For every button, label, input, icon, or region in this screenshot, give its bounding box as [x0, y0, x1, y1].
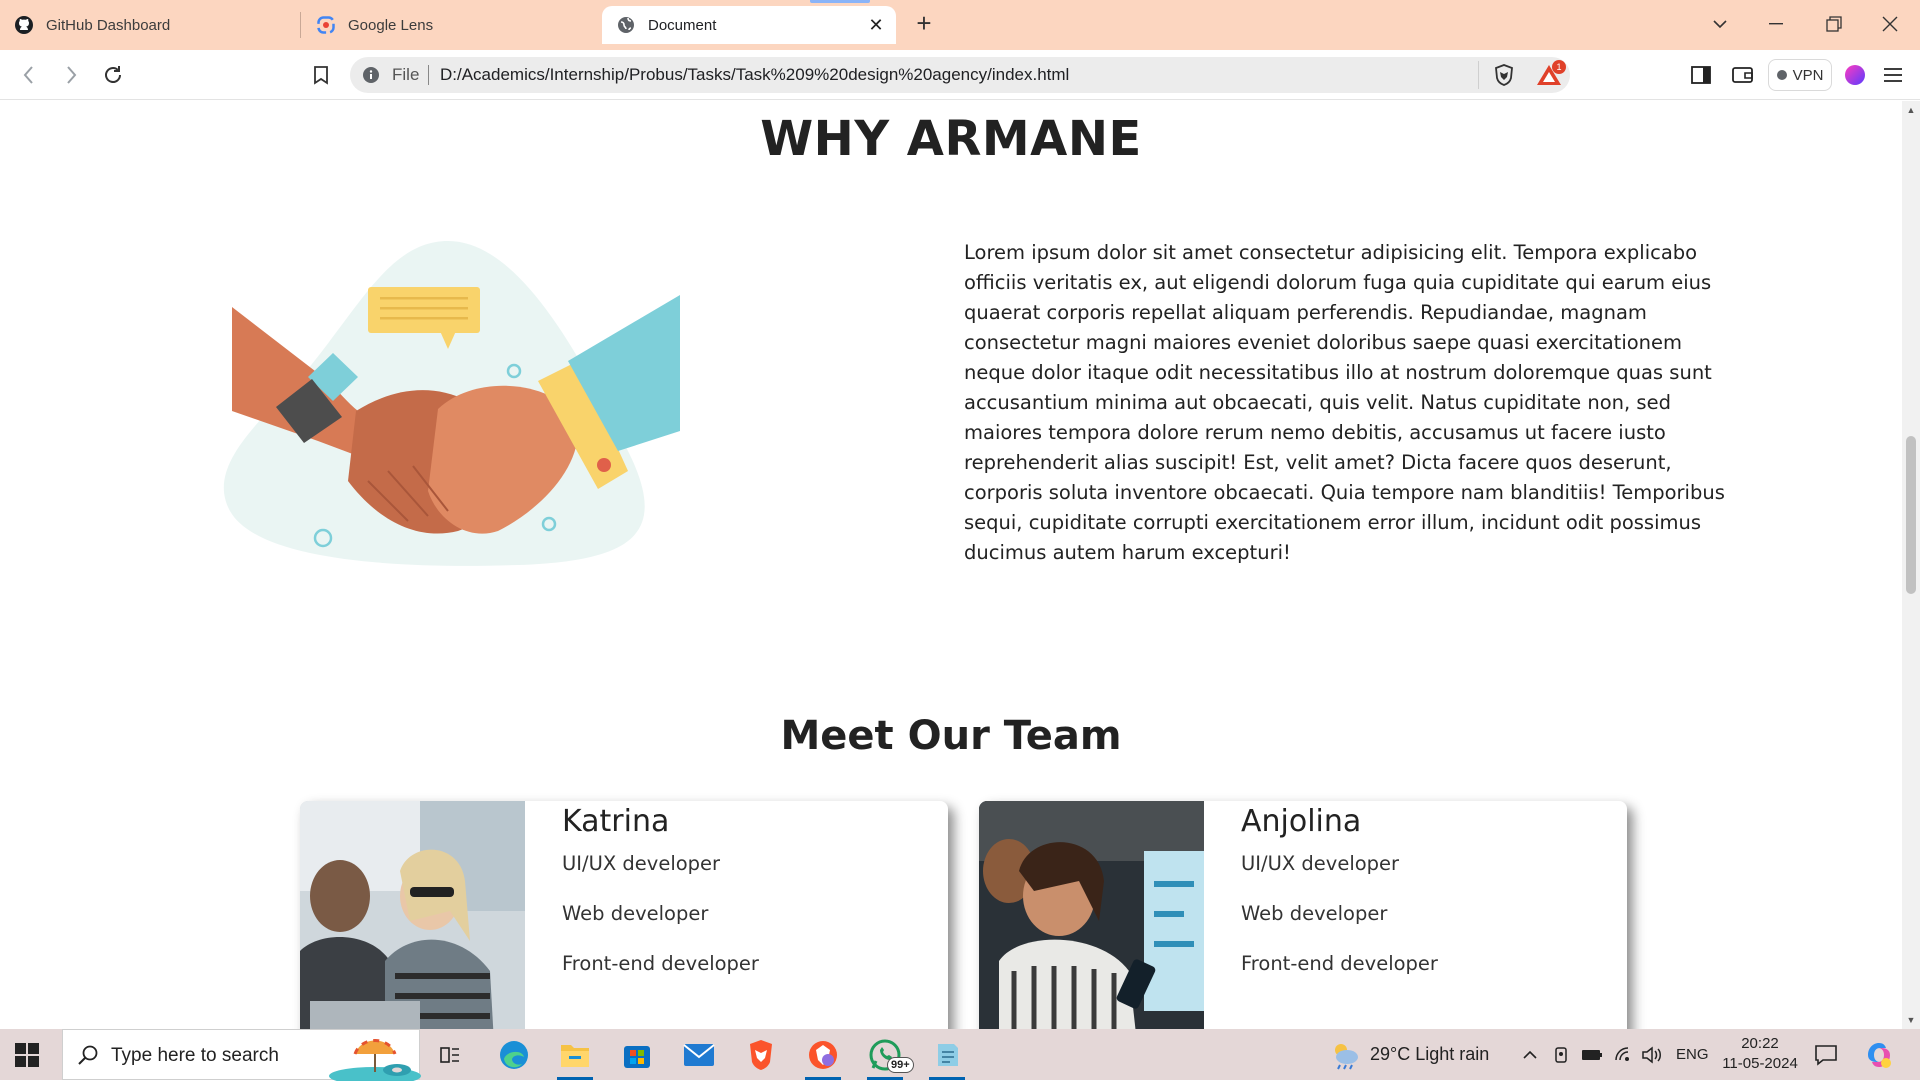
notification-count-badge: 99+	[887, 1057, 914, 1073]
address-bar[interactable]: File D:/Academics/Internship/Probus/Task…	[350, 57, 1570, 93]
tab-title: GitHub Dashboard	[46, 16, 171, 34]
url-text[interactable]: D:/Academics/Internship/Probus/Tasks/Tas…	[440, 65, 1069, 85]
team-member-role: Front-end developer	[562, 952, 759, 975]
show-hidden-icons-chevron-icon[interactable]	[1520, 1044, 1540, 1066]
page-scrollbar[interactable]: ▲ ▼	[1902, 101, 1920, 1029]
leo-ai-icon[interactable]	[1842, 62, 1868, 88]
wallet-icon[interactable]	[1730, 62, 1756, 88]
new-tab-button[interactable]: +	[912, 10, 936, 36]
team-member-name: Katrina	[562, 804, 670, 839]
google-lens-icon	[316, 15, 336, 35]
team-member-role: UI/UX developer	[1241, 852, 1400, 875]
brave-browser-icon[interactable]	[741, 1035, 781, 1075]
notification-center-icon[interactable]	[1814, 1043, 1838, 1067]
why-description: Lorem ipsum dolor sit amet consectetur a…	[964, 241, 1725, 564]
search-icon	[77, 1044, 99, 1066]
omnibox-divider	[1478, 61, 1479, 89]
input-language[interactable]: ENG	[1676, 1046, 1709, 1063]
weather-rain-icon[interactable]	[1330, 1040, 1360, 1070]
sidebar-toggle-icon[interactable]	[1688, 62, 1714, 88]
team-member-role: Front-end developer	[1241, 952, 1438, 975]
tab-divider	[300, 12, 301, 38]
close-tab-icon[interactable]: ✕	[866, 15, 886, 35]
handshake-illustration	[223, 241, 680, 566]
reload-button[interactable]	[100, 62, 126, 88]
page-viewport: WHY ARMANE Lorem ipsum dolor sit amet co…	[0, 101, 1902, 1029]
taskbar-search-box[interactable]: Type here to search	[62, 1029, 421, 1081]
tab-loading-indicator	[810, 0, 870, 3]
forward-button[interactable]	[58, 62, 84, 88]
vpn-status-icon	[1776, 70, 1787, 80]
tab-document[interactable]: Document ✕	[602, 6, 896, 44]
volume-icon[interactable]	[1640, 1044, 1664, 1066]
scroll-down-arrow-icon[interactable]: ▼	[1906, 1015, 1916, 1025]
copilot-icon[interactable]	[1864, 1041, 1894, 1069]
info-icon[interactable]	[362, 66, 380, 84]
scroll-up-arrow-icon[interactable]: ▲	[1906, 105, 1916, 115]
weather-text[interactable]: 29°C Light rain	[1370, 1044, 1489, 1065]
team-card-anjolina: Anjolina UI/UX developer Web developer F…	[979, 801, 1627, 1029]
notepad-icon[interactable]	[927, 1035, 967, 1080]
close-window-button[interactable]	[1876, 10, 1904, 38]
brave-active-window-icon[interactable]	[803, 1035, 843, 1080]
clock-time: 20:22	[1741, 1035, 1779, 1052]
search-placeholder: Type here to search	[111, 1045, 279, 1066]
tab-search-chevron-icon[interactable]	[1706, 10, 1734, 38]
vpn-button[interactable]: VPN	[1768, 59, 1832, 91]
github-icon	[14, 15, 34, 35]
bookmark-icon[interactable]	[308, 62, 334, 88]
windows-start-icon[interactable]	[14, 1042, 40, 1068]
team-section-title: Meet Our Team	[780, 713, 1122, 759]
file-explorer-icon[interactable]	[555, 1035, 595, 1080]
tab-github-dashboard[interactable]: GitHub Dashboard	[0, 6, 300, 44]
tab-google-lens[interactable]: Google Lens	[302, 6, 598, 44]
minimize-window-button[interactable]	[1762, 10, 1790, 38]
whatsapp-icon[interactable]: 99+	[865, 1035, 914, 1080]
team-member-role: UI/UX developer	[562, 852, 721, 875]
browser-tab-strip: GitHub Dashboard Google Lens Document ✕ …	[0, 0, 1920, 50]
restore-window-button[interactable]	[1820, 10, 1848, 38]
edge-browser-icon[interactable]	[494, 1035, 534, 1075]
brave-shields-icon[interactable]	[1493, 64, 1515, 86]
mail-icon[interactable]	[679, 1035, 719, 1075]
team-member-photo	[300, 801, 525, 1029]
taskbar-clock[interactable]: 20:22 11-05-2024	[1716, 1034, 1804, 1074]
task-view-icon[interactable]	[430, 1035, 470, 1075]
microsoft-store-icon[interactable]	[617, 1035, 657, 1075]
scheme-separator	[428, 65, 429, 85]
back-button[interactable]	[16, 62, 42, 88]
globe-icon	[616, 15, 636, 35]
team-card-katrina: Katrina UI/UX developer Web developer Fr…	[300, 801, 948, 1029]
menu-icon[interactable]	[1880, 62, 1906, 88]
scrollbar-thumb[interactable]	[1906, 436, 1916, 594]
tab-title: Document	[648, 16, 717, 34]
wifi-icon[interactable]	[1612, 1044, 1636, 1066]
team-member-photo	[979, 801, 1204, 1029]
windows-taskbar: Type here to search 99+ 29°C Light rain …	[0, 1029, 1920, 1081]
rewards-badge: 1	[1552, 60, 1566, 74]
meet-now-icon[interactable]	[1552, 1044, 1572, 1066]
scheme-label: File	[392, 65, 420, 84]
team-member-name: Anjolina	[1241, 804, 1362, 839]
team-member-role: Web developer	[562, 902, 709, 925]
team-member-role: Web developer	[1241, 902, 1388, 925]
clock-date: 11-05-2024	[1722, 1055, 1798, 1072]
why-section-title: WHY ARMANE	[760, 111, 1142, 167]
tab-title: Google Lens	[348, 16, 434, 34]
battery-icon[interactable]	[1580, 1044, 1604, 1066]
search-highlight-illustration	[329, 1039, 421, 1081]
vpn-label: VPN	[1792, 66, 1824, 84]
